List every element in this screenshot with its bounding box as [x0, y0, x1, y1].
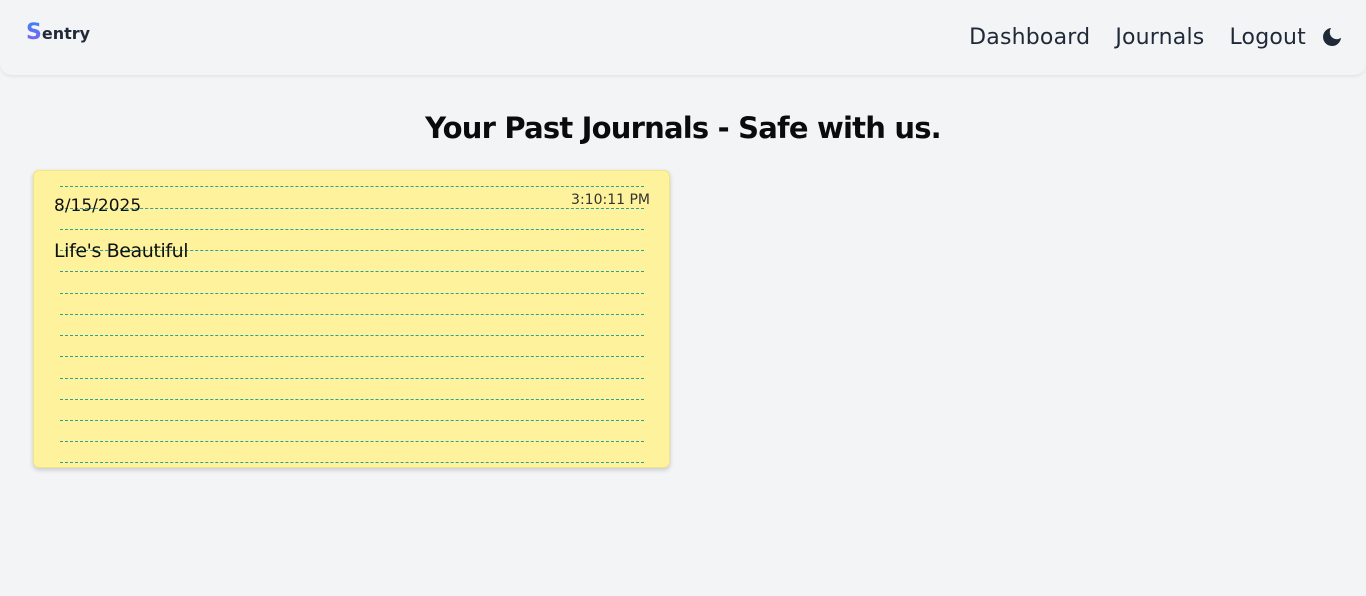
ruled-lines: [60, 171, 644, 467]
theme-toggle-button[interactable]: [1320, 25, 1344, 49]
logo-text: entry: [41, 24, 91, 43]
journal-date: 8/15/2025: [54, 196, 142, 216]
nav-link-journals[interactable]: Journals: [1115, 22, 1204, 54]
journal-card[interactable]: 8/15/2025 3:10:11 PM Life's Beautiful: [33, 170, 670, 468]
nav-links: Dashboard Journals Logout: [969, 22, 1306, 54]
logo-link[interactable]: S entry: [26, 22, 90, 44]
navbar: S entry Dashboard Journals Logout: [0, 0, 1366, 76]
page-title: Your Past Journals - Safe with us.: [425, 111, 942, 145]
journal-title: Life's Beautiful: [54, 240, 189, 262]
nav-link-logout[interactable]: Logout: [1229, 22, 1306, 54]
moon-icon: [1323, 28, 1341, 46]
logo-initial: S: [26, 20, 42, 45]
nav-link-dashboard[interactable]: Dashboard: [969, 22, 1090, 54]
journal-time: 3:10:11 PM: [571, 192, 650, 208]
